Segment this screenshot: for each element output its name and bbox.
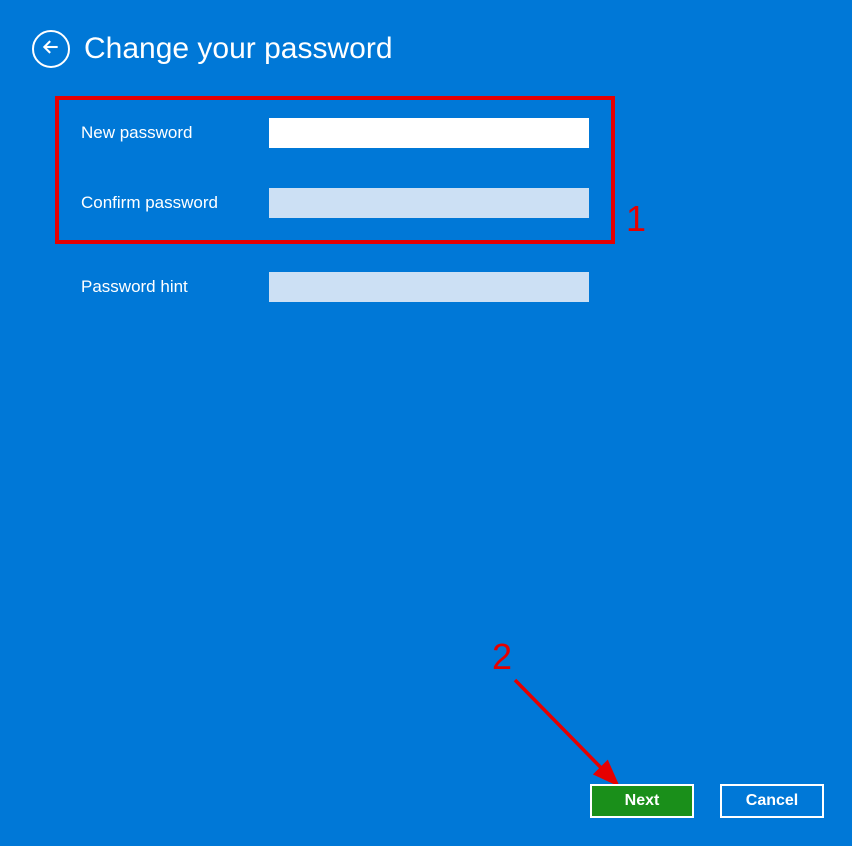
password-form: New password Confirm password Password h… [0, 96, 852, 302]
next-button[interactable]: Next [590, 784, 694, 818]
arrow-left-icon [41, 37, 61, 62]
button-bar: Next Cancel [590, 784, 824, 818]
page-title: Change your password [84, 32, 393, 66]
annotation-number-2: 2 [492, 636, 512, 678]
new-password-label: New password [81, 123, 269, 143]
password-hint-label: Password hint [81, 277, 269, 297]
new-password-input[interactable] [269, 118, 589, 148]
back-button[interactable] [32, 30, 70, 68]
cancel-button[interactable]: Cancel [720, 784, 824, 818]
password-hint-input[interactable] [269, 272, 589, 302]
next-button-label: Next [625, 792, 660, 810]
cancel-button-label: Cancel [746, 792, 798, 810]
annotation-number-1: 1 [626, 198, 646, 240]
confirm-password-label: Confirm password [81, 193, 269, 213]
confirm-password-input[interactable] [269, 188, 589, 218]
annotation-highlight-box: New password Confirm password [55, 96, 615, 244]
